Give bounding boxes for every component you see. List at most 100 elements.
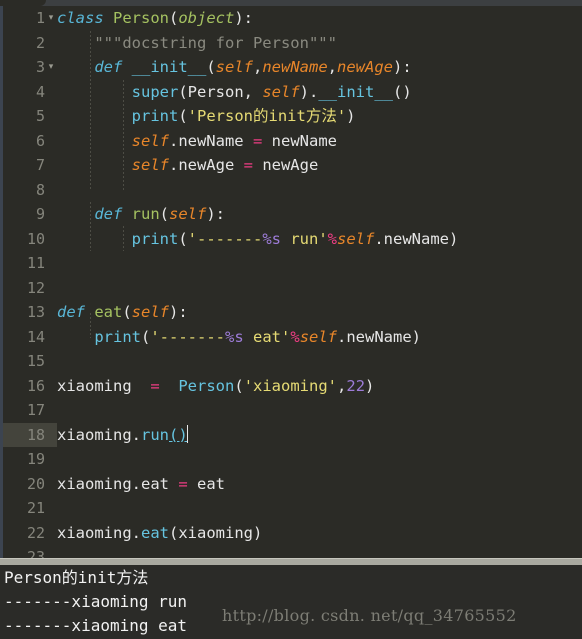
code-token: ): (206, 205, 225, 223)
line-number[interactable]: 19 (3, 447, 45, 472)
code-line[interactable]: 14 print('-------%s eat'%self.newName) (0, 325, 582, 350)
code-token: self (131, 156, 169, 174)
console-output-line: -------xiaoming eat (4, 616, 188, 635)
code-line[interactable]: 3 ▾ def __init__(self,newName,newAge): (0, 55, 582, 80)
line-number[interactable]: 15 (3, 349, 45, 374)
code-line[interactable]: 5 print('Person的init方法') (0, 104, 582, 129)
line-number[interactable]: 6 (3, 129, 45, 154)
code-line-text[interactable]: xiaoming.eat = eat (57, 472, 225, 497)
code-token: ( (178, 107, 188, 125)
line-number[interactable]: 13 (3, 300, 45, 325)
code-token: (Person, (178, 82, 263, 101)
line-number[interactable]: 1 (3, 6, 45, 31)
code-line[interactable]: 7 self.newAge = newAge (0, 153, 582, 178)
code-line-text[interactable]: print('-------%s run'%self.newName) (57, 227, 459, 252)
code-token: (xiaoming) (169, 523, 263, 542)
code-token: ): (169, 303, 188, 321)
code-line[interactable]: 6 self.newName = newName (0, 129, 582, 154)
code-line[interactable]: 10 print('-------%s run'%self.newName) (0, 227, 582, 252)
code-token: def (94, 205, 132, 223)
code-fold-toggle-icon[interactable]: ▾ (46, 55, 56, 80)
code-token: self (131, 131, 169, 150)
code-token: = (178, 474, 188, 493)
line-number[interactable]: 3 (3, 55, 45, 80)
code-token: self (169, 205, 207, 223)
code-line-text[interactable]: super(Person, self).__init__() (57, 80, 412, 105)
code-line[interactable]: 21 (0, 496, 582, 521)
code-line[interactable]: 11 (0, 251, 582, 276)
code-line[interactable]: 2 """docstring for Person""" (0, 31, 582, 56)
line-number[interactable]: 10 (3, 227, 45, 252)
line-number[interactable]: 5 (3, 104, 45, 129)
watermark-url: http://blog. csdn. net/qq_34765552 (222, 606, 517, 625)
code-lines[interactable]: 1 ▾ class Person(object): 2 """docstring fo… (0, 6, 582, 558)
code-token: __init__ (318, 82, 393, 101)
line-number[interactable]: 12 (3, 276, 45, 301)
line-number[interactable]: 9 (3, 202, 45, 227)
line-number[interactable]: 8 (3, 178, 45, 203)
code-token: ( (141, 327, 151, 346)
code-line[interactable]: 13 def eat(self): (0, 300, 582, 325)
line-number[interactable]: 17 (3, 398, 45, 423)
code-line-text[interactable]: self.newAge = newAge (57, 153, 319, 178)
code-token: = (150, 376, 160, 395)
code-line-text[interactable]: print('-------%s eat'%self.newName) (57, 325, 421, 350)
line-number[interactable]: 16 (3, 374, 45, 399)
code-line[interactable]: 20 xiaoming.eat = eat (0, 472, 582, 497)
code-line-text[interactable]: self.newName = newName (57, 129, 337, 154)
code-token: .newName) (374, 229, 459, 248)
code-line[interactable]: 4 super(Person, self).__init__() (0, 80, 582, 105)
line-number[interactable]: 14 (3, 325, 45, 350)
code-token: newAge (337, 58, 393, 76)
code-line[interactable]: 18 xiaoming.run() (0, 422, 582, 448)
code-token: object (178, 9, 235, 27)
code-token: .newName (168, 131, 253, 150)
code-line-text[interactable]: class Person(object): (57, 6, 253, 31)
code-line-text[interactable]: print('Person的init方法') (57, 104, 356, 129)
code-line[interactable]: 23 (0, 545, 582, 558)
code-line-text[interactable]: xiaoming.run() (57, 423, 188, 448)
line-number[interactable]: 21 (3, 496, 45, 521)
code-line[interactable]: 19 (0, 447, 582, 472)
code-fold-toggle-icon[interactable]: ▾ (46, 6, 56, 31)
code-line-text[interactable]: def run(self): (57, 202, 225, 227)
code-editor[interactable]: 1 ▾ class Person(object): 2 """docstring fo… (0, 6, 582, 558)
line-number[interactable]: 23 (3, 545, 45, 558)
code-token: ( (178, 229, 188, 248)
code-line-text[interactable]: xiaoming = Person('xiaoming',22) (57, 374, 374, 399)
code-token: , (327, 58, 337, 76)
code-token: ( (169, 9, 179, 27)
code-token: eat (187, 474, 225, 493)
code-token: , (252, 58, 263, 76)
code-line[interactable]: 9 def run(self): (0, 202, 582, 227)
code-line-text[interactable]: """docstring for Person""" (57, 31, 337, 56)
code-token: Person (113, 9, 169, 27)
code-line[interactable]: 12 (0, 276, 582, 301)
code-token: newName (262, 131, 337, 150)
code-line-text[interactable]: def __init__(self,newName,newAge): (57, 55, 411, 80)
line-number[interactable]: 20 (3, 472, 45, 497)
code-token: xiaoming.eat (57, 474, 179, 493)
code-token: self (262, 82, 300, 101)
line-number[interactable]: 4 (3, 80, 45, 105)
code-token: def (94, 58, 132, 76)
code-line[interactable]: 15 (0, 349, 582, 374)
code-line[interactable]: 16 xiaoming = Person('xiaoming',22) (0, 374, 582, 399)
line-number[interactable]: 18 (3, 423, 45, 448)
code-token: ( (234, 376, 244, 395)
code-line[interactable]: 22 xiaoming.eat(xiaoming) (0, 521, 582, 546)
code-line-text[interactable]: def eat(self): (57, 300, 188, 325)
code-line[interactable]: 8 (0, 178, 582, 203)
code-line-text[interactable]: xiaoming.eat(xiaoming) (57, 521, 262, 546)
line-number[interactable]: 7 (3, 153, 45, 178)
line-number[interactable]: 2 (3, 31, 45, 56)
python-ide-window: 1 ▾ class Person(object): 2 """docstring fo… (0, 0, 582, 639)
code-token: """docstring for Person""" (57, 33, 337, 52)
line-number[interactable]: 11 (3, 251, 45, 276)
line-number[interactable]: 22 (3, 521, 45, 546)
code-line[interactable]: 1 ▾ class Person(object): (0, 6, 582, 31)
code-token: self (131, 303, 169, 321)
code-line[interactable]: 17 (0, 398, 582, 423)
